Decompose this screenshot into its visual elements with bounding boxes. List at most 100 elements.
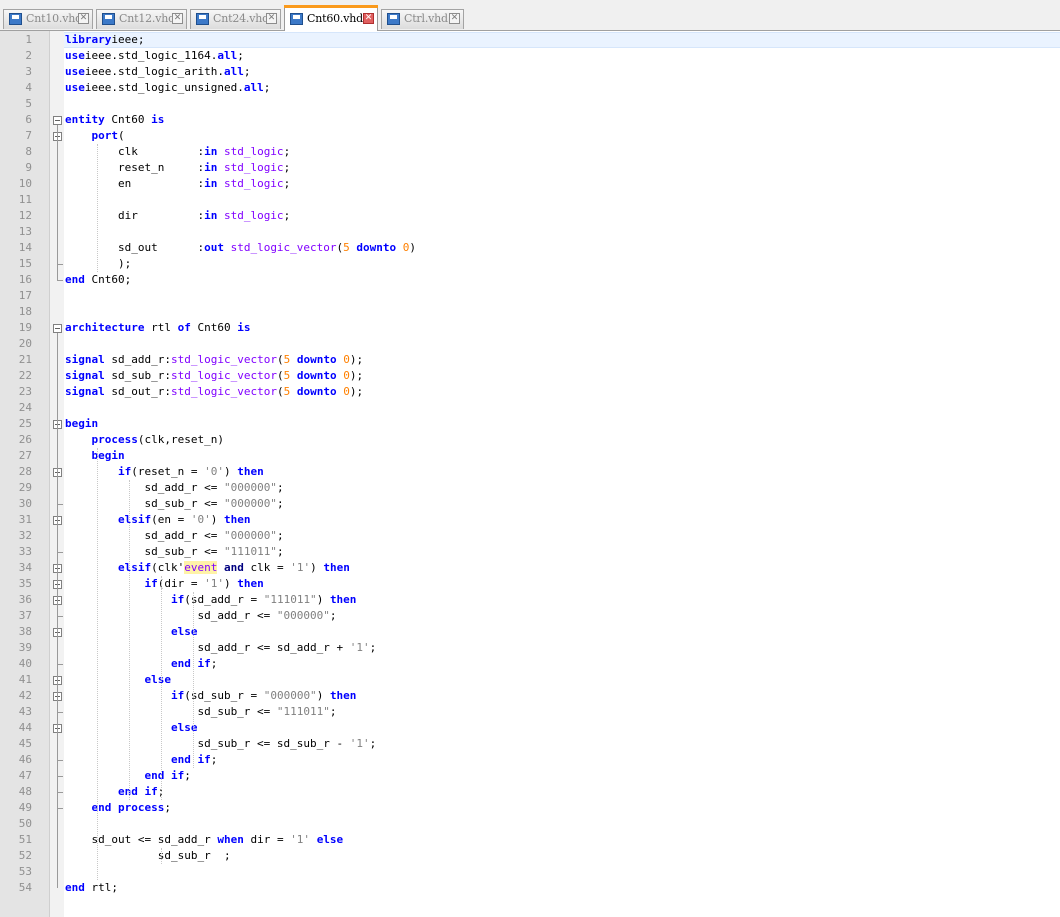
code-line[interactable]: if(reset_n = '0') then [65, 464, 264, 480]
code-line[interactable]: ); [65, 256, 131, 272]
code-token: ); [349, 385, 370, 398]
code-line[interactable]: end process; [65, 800, 171, 816]
fold-end-marker [57, 776, 63, 777]
code-line[interactable]: else [65, 624, 198, 640]
tab-label: Ctrl.vhd [404, 12, 448, 25]
code-line[interactable]: sd_sub_r <= sd_sub_r - '1'; [65, 736, 376, 752]
code-line[interactable]: clk :in std_logic; [65, 144, 290, 160]
code-token: ) [316, 689, 330, 702]
code-token: std_logic_vector [230, 241, 337, 254]
line-number: 38 [18, 625, 32, 638]
code-token: dir : [65, 209, 205, 222]
code-token: and [223, 561, 244, 574]
line-number: 51 [18, 833, 32, 846]
code-line[interactable]: sd_out <= sd_add_r when dir = '1' else [65, 832, 343, 848]
indent-guide [97, 144, 98, 272]
line-number: 36 [18, 593, 32, 606]
code-line[interactable]: end rtl; [65, 880, 118, 896]
code-line[interactable]: entity Cnt60 is [65, 112, 164, 128]
tab-label: Cnt60.vhd [307, 12, 363, 25]
code-line[interactable]: end if; [65, 784, 164, 800]
code-line[interactable]: signal sd_sub_r:std_logic_vector(5 downt… [65, 368, 370, 384]
tab-cnt12[interactable]: Cnt12.vhd ✕ [96, 9, 187, 29]
code-line[interactable]: signal sd_out_r:std_logic_vector(5 downt… [65, 384, 370, 400]
code-line[interactable]: sd_sub_r ; [65, 848, 231, 864]
close-icon[interactable]: ✕ [266, 13, 277, 24]
tab-cnt10[interactable]: Cnt10.vhd ✕ [3, 9, 93, 29]
line-number: 4 [25, 81, 32, 94]
code-line[interactable]: useieee.std_logic_arith.all; [65, 64, 250, 80]
code-token: sd_out : [65, 241, 205, 254]
fold-end-marker [57, 664, 63, 665]
tab-ctrl[interactable]: Ctrl.vhd ✕ [381, 9, 464, 29]
code-line[interactable]: process(clk,reset_n) [65, 432, 224, 448]
code-line[interactable]: begin [65, 416, 98, 432]
code-line[interactable]: sd_sub_r <= "111011"; [65, 704, 336, 720]
code-line[interactable]: port( [65, 128, 125, 144]
code-token: ; [184, 769, 191, 782]
code-line[interactable]: reset_n :in std_logic; [65, 160, 290, 176]
current-line-highlight [64, 32, 1060, 48]
fold-minus-icon[interactable] [53, 324, 62, 333]
line-number: 22 [18, 369, 32, 382]
code-token: 0 [343, 385, 350, 398]
code-token: (clk' [151, 561, 185, 574]
line-number: 48 [18, 785, 32, 798]
code-line[interactable]: if(dir = '1') then [65, 576, 263, 592]
code-line[interactable]: useieee.std_logic_unsigned.all; [65, 80, 270, 96]
code-token: end [117, 785, 138, 798]
code-token: elsif [117, 561, 152, 574]
close-icon[interactable]: ✕ [363, 13, 374, 24]
code-line[interactable]: end if; [65, 752, 217, 768]
code-line[interactable]: begin [65, 448, 125, 464]
code-line[interactable]: end if; [65, 656, 217, 672]
code-line[interactable]: end Cnt60; [65, 272, 131, 288]
code-line[interactable]: sd_add_r <= "000000"; [65, 608, 336, 624]
code-line[interactable]: en :in std_logic; [65, 176, 290, 192]
line-number: 6 [25, 113, 32, 126]
code-line[interactable]: architecture rtl of Cnt60 is [65, 320, 250, 336]
code-token: downto [296, 369, 337, 382]
code-line[interactable]: elsif(clk'event and clk = '1') then [65, 560, 350, 576]
code-line[interactable]: sd_out :out std_logic_vector(5 downto 0) [65, 240, 416, 256]
code-line[interactable]: if(sd_add_r = "111011") then [65, 592, 356, 608]
tab-cnt60[interactable]: Cnt60.vhd ✕ [284, 5, 378, 31]
line-number: 31 [18, 513, 32, 526]
line-number: 3 [25, 65, 32, 78]
indent-guide [129, 480, 130, 800]
code-token: ) [310, 561, 324, 574]
code-line[interactable]: elsif(en = '0') then [65, 512, 251, 528]
code-line[interactable]: else [65, 720, 198, 736]
code-line[interactable]: sd_add_r <= sd_add_r + '1'; [65, 640, 376, 656]
code-token: in [204, 209, 218, 222]
close-icon[interactable]: ✕ [172, 13, 183, 24]
code-token: then [223, 513, 251, 526]
close-icon[interactable]: ✕ [449, 13, 460, 24]
code-line[interactable]: signal sd_add_r:std_logic_vector(5 downt… [65, 352, 370, 368]
tab-cnt24[interactable]: Cnt24.vhd ✕ [190, 9, 281, 29]
code-line[interactable]: useieee.std_logic_1164.all; [65, 48, 244, 64]
code-token: ; [164, 801, 171, 814]
close-icon[interactable]: ✕ [78, 13, 89, 24]
code-line[interactable]: end if; [65, 768, 191, 784]
code-line[interactable]: if(sd_sub_r = "000000") then [65, 688, 356, 704]
code-token: (sd_sub_r = [184, 689, 264, 702]
code-token: entity [65, 113, 105, 126]
code-token: ; [276, 545, 284, 558]
code-line[interactable]: else [65, 672, 171, 688]
line-number: 14 [18, 241, 32, 254]
code-token: then [323, 561, 350, 574]
fold-minus-icon[interactable] [53, 116, 62, 125]
code-token: "000000" [223, 529, 277, 542]
code-line[interactable]: dir :in std_logic; [65, 208, 290, 224]
code-token: ) [223, 465, 238, 478]
code-token: use [65, 65, 85, 78]
code-token: ) [223, 577, 238, 590]
code-token: "000000" [223, 497, 277, 510]
code-line[interactable]: libraryieee; [65, 32, 144, 48]
code-token: then [237, 465, 264, 478]
code-token: sd_add_r: [104, 353, 171, 366]
